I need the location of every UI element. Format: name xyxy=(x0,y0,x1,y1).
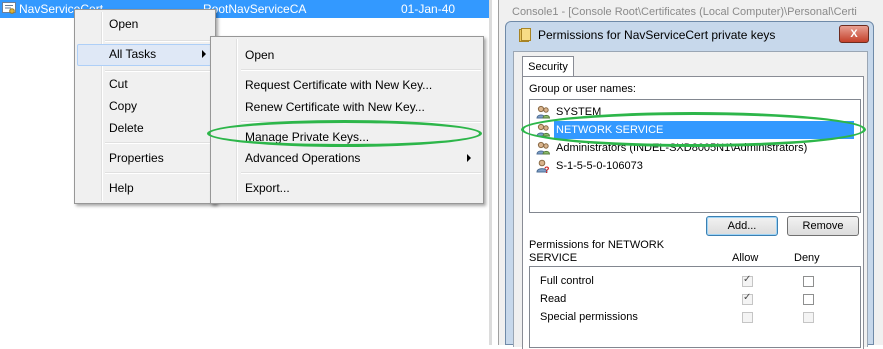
submenu-item-advanced-operations[interactable]: Advanced Operations xyxy=(213,148,481,168)
permissions-label-line1: Permissions for NETWORK xyxy=(529,239,665,251)
highlight-oval-manage-keys xyxy=(207,120,482,147)
background-window-title: Console1 - [Console Root\Certificates (L… xyxy=(512,6,857,18)
add-button[interactable]: Add... xyxy=(706,216,778,236)
submenu-arrow-icon xyxy=(467,154,471,162)
allow-column-header: Allow xyxy=(732,252,759,264)
submenu-item-export[interactable]: Export... xyxy=(213,178,481,198)
user-row-unknown-sid[interactable]: ? S-1-5-5-0-106073 xyxy=(532,157,856,175)
menu-item-all-tasks[interactable]: All Tasks xyxy=(77,44,213,66)
allow-checkbox[interactable] xyxy=(742,312,753,323)
menu-item-cut[interactable]: Cut xyxy=(77,74,213,94)
close-button[interactable]: X xyxy=(839,25,869,43)
deny-checkbox[interactable] xyxy=(803,312,814,323)
permission-row-full-control: Full control ✓ xyxy=(530,272,858,290)
folder-icon xyxy=(519,28,531,42)
submenu-arrow-icon xyxy=(202,50,206,58)
user-group-icon xyxy=(536,105,550,119)
deny-column-header: Deny xyxy=(794,252,820,264)
menu-item-properties[interactable]: Properties xyxy=(77,148,213,168)
unknown-user-icon: ? xyxy=(536,159,550,173)
permission-name: Read xyxy=(540,293,567,305)
cert-expiration: 01-Jan-40 xyxy=(401,2,456,16)
permissions-label-line2: SERVICE xyxy=(529,252,578,264)
certificates-console-pane: NavServiceCert RootNavServiceCA 01-Jan-4… xyxy=(0,0,492,345)
checkmark-icon: ✓ xyxy=(743,292,752,303)
user-name: S-1-5-5-0-106073 xyxy=(556,160,643,172)
checkmark-icon: ✓ xyxy=(743,274,752,285)
group-or-user-names-label: Group or user names: xyxy=(529,83,636,95)
submenu-item-renew-certificate[interactable]: Renew Certificate with New Key... xyxy=(213,97,481,117)
permission-row-read: Read ✓ xyxy=(530,290,858,308)
permissions-list: Full control ✓ Read ✓ Special permission… xyxy=(529,266,861,348)
menu-item-copy[interactable]: Copy xyxy=(77,96,213,116)
allow-checkbox[interactable]: ✓ xyxy=(742,274,753,287)
permission-row-special: Special permissions xyxy=(530,308,858,326)
deny-checkbox[interactable] xyxy=(803,276,814,287)
context-menu: Open All Tasks Cut Copy Delete Propertie… xyxy=(74,9,216,204)
close-icon: X xyxy=(850,28,858,40)
dialog-body: Security Group or user names: SYSTEM NET… xyxy=(513,51,868,349)
permission-name: Special permissions xyxy=(540,311,638,323)
remove-button[interactable]: Remove xyxy=(787,216,859,236)
user-group-icon xyxy=(536,141,550,155)
highlight-oval-network-service xyxy=(521,112,866,147)
dialog-title: Permissions for NavServiceCert private k… xyxy=(538,28,776,42)
cert-issued-by: RootNavServiceCA xyxy=(203,2,307,16)
dialog-titlebar[interactable]: Permissions for NavServiceCert private k… xyxy=(506,22,873,48)
permissions-dialog: Permissions for NavServiceCert private k… xyxy=(505,21,874,349)
permission-name: Full control xyxy=(540,275,594,287)
submenu-item-request-certificate[interactable]: Request Certificate with New Key... xyxy=(213,75,481,95)
menu-item-help[interactable]: Help xyxy=(77,178,213,198)
menu-item-delete[interactable]: Delete xyxy=(77,118,213,138)
tab-security[interactable]: Security xyxy=(522,56,574,77)
certificate-icon xyxy=(2,2,16,14)
submenu-item-open[interactable]: Open xyxy=(213,45,481,65)
menu-item-open[interactable]: Open xyxy=(77,14,213,34)
deny-checkbox[interactable] xyxy=(803,294,814,305)
svg-text:?: ? xyxy=(544,165,550,173)
allow-checkbox[interactable]: ✓ xyxy=(742,292,753,305)
